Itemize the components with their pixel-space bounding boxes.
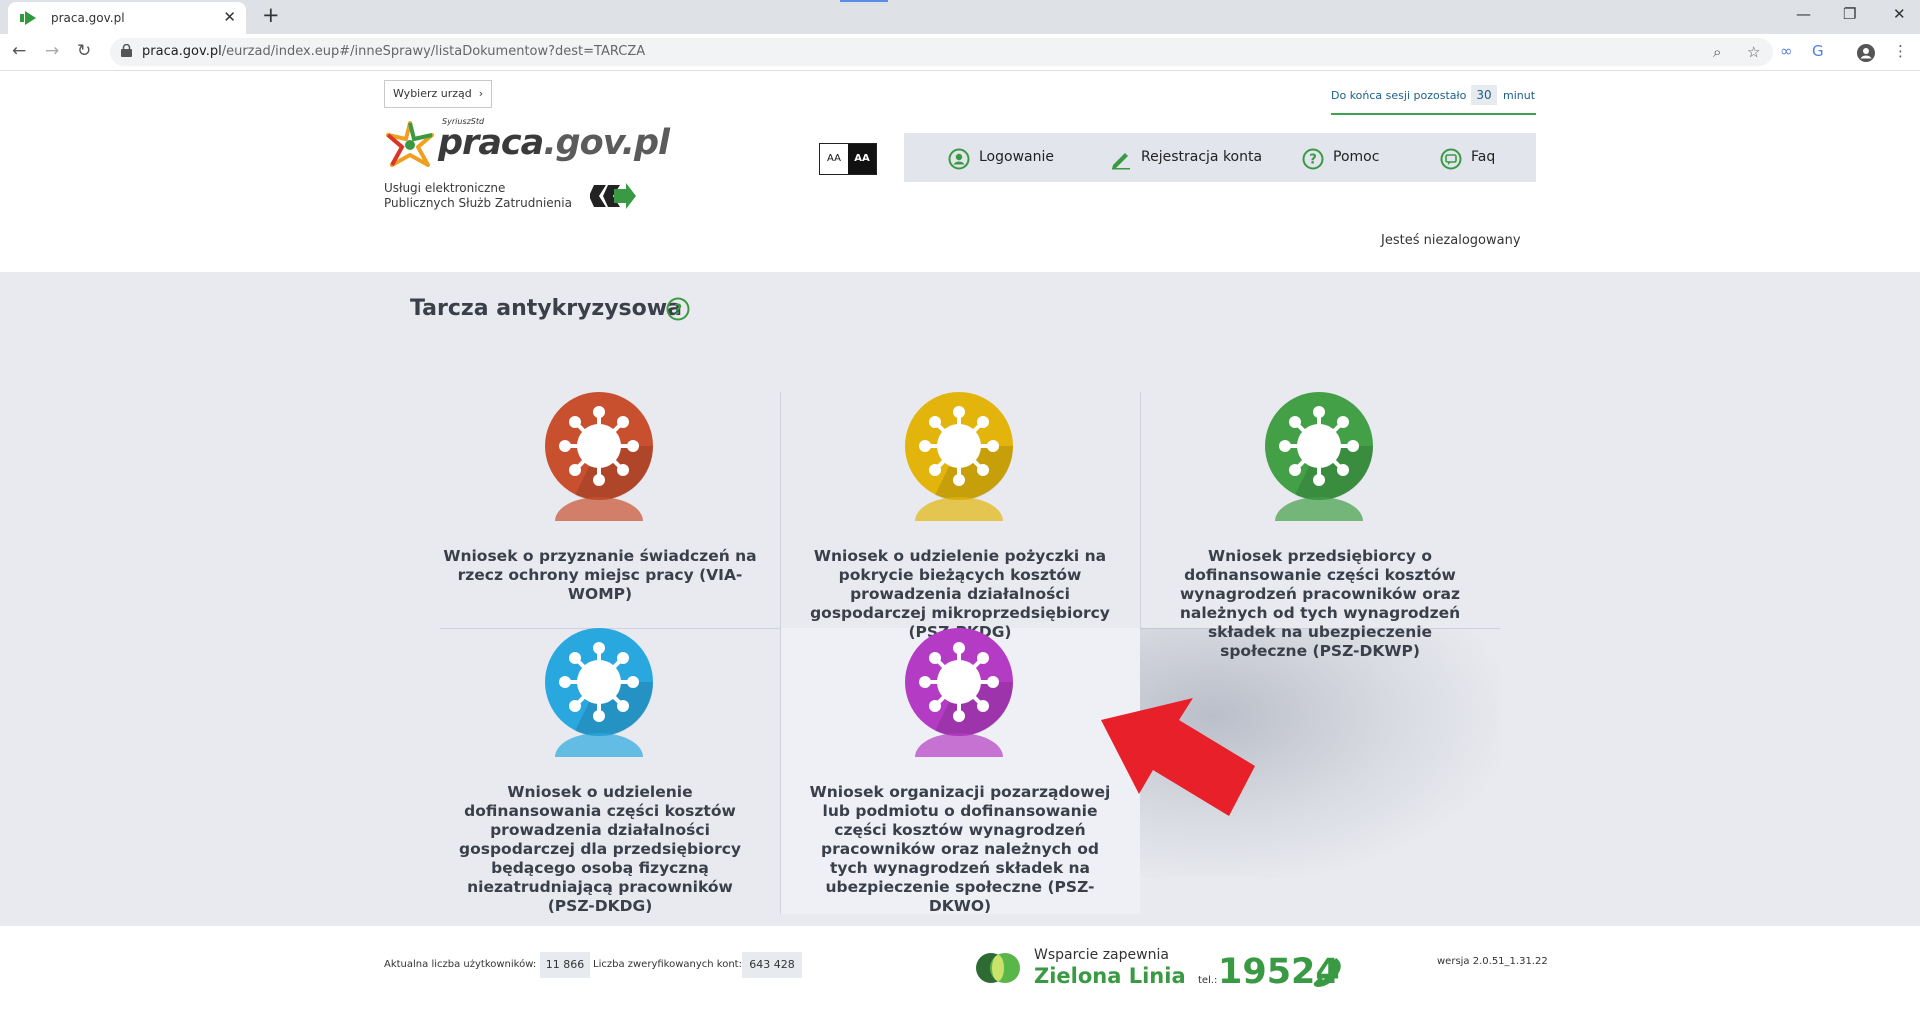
praca-gov-logo[interactable]: SyriuszStd praca.gov.pl <box>384 117 670 185</box>
pedestal-icon <box>915 733 1003 757</box>
close-window-icon[interactable]: ✕ <box>1893 5 1906 23</box>
browser-tab-bar: praca.gov.pl ✕ + — ❐ ✕ <box>0 0 1920 34</box>
support-provider: Zielona Linia <box>1034 964 1186 988</box>
users-label: Aktualna liczba użytkowników: <box>384 959 537 970</box>
logo-wordmark: praca.gov.pl <box>438 123 670 163</box>
extension-link-icon[interactable]: ∞ <box>1780 42 1793 60</box>
translate-icon[interactable]: G <box>1812 42 1824 60</box>
nav-login[interactable]: Logowanie <box>948 133 1058 182</box>
lock-icon <box>121 44 132 57</box>
nav-help[interactable]: ? Pomoc <box>1302 133 1392 182</box>
chat-icon <box>1440 148 1462 170</box>
pedestal-icon <box>555 733 643 757</box>
font-large-button[interactable]: AA <box>848 144 876 174</box>
new-tab-icon[interactable]: + <box>262 3 280 27</box>
tel-label: tel.: <box>1198 975 1218 986</box>
tab-title: praca.gov.pl <box>51 11 125 25</box>
verified-count: 643 428 <box>742 952 802 978</box>
support-label: Wsparcie zapewnia <box>1034 947 1169 963</box>
virus-icon <box>905 628 1013 736</box>
pedestal-icon <box>555 497 643 521</box>
zielona-linia-logo-icon[interactable] <box>976 950 1020 986</box>
select-office-button[interactable]: Wybierz urząd › <box>384 80 493 108</box>
browser-toolbar: ← → ↻ praca.gov.pl/eurzad/index.eup#/inn… <box>0 34 1920 71</box>
tile-label: Wniosek o udzielenie dofinansowania częś… <box>458 783 742 915</box>
svg-text:?: ? <box>1309 153 1317 168</box>
close-tab-icon[interactable]: ✕ <box>223 8 236 26</box>
pedestal-icon <box>915 497 1003 521</box>
forward-arrow-icon[interactable]: → <box>45 41 59 61</box>
tile-label: Wniosek przedsiębiorcy o dofinansowanie … <box>1179 547 1461 660</box>
logo-arrows-icon <box>590 183 636 209</box>
session-label: Do końca sesji pozostało <box>1331 89 1467 102</box>
user-icon <box>948 148 970 170</box>
address-bar[interactable]: praca.gov.pl/eurzad/index.eup#/inneSpraw… <box>110 38 1773 66</box>
praca-favicon-icon <box>20 11 36 25</box>
login-status: Jesteś niezalogowany <box>1381 233 1521 248</box>
virus-icon <box>905 392 1013 500</box>
restore-icon[interactable]: ❐ <box>1843 5 1856 23</box>
url-text: praca.gov.pl/eurzad/index.eup#/inneSpraw… <box>142 44 646 59</box>
bookmark-star-icon[interactable]: ☆ <box>1747 43 1760 61</box>
site-footer: Aktualna liczba użytkowników: 11 866 Lic… <box>0 926 1920 1034</box>
virus-icon <box>545 392 653 500</box>
pencil-icon <box>1112 153 1130 170</box>
tile-psz-dkdg[interactable]: Wniosek o udzielenie dofinansowania częś… <box>420 528 780 915</box>
session-minutes: 30 <box>1471 85 1497 105</box>
users-count: 11 866 <box>540 952 590 978</box>
virus-icon <box>1265 392 1373 500</box>
tile-psz-pkdg[interactable]: Wniosek o udzielenie pożyczki na pokryci… <box>780 292 1140 641</box>
session-underline <box>1331 113 1536 115</box>
main-content: Tarcza antykryzysowa ? Wniosek o przyzna… <box>0 272 1920 926</box>
logo-star-icon <box>386 121 434 167</box>
phone-icon <box>1313 958 1341 987</box>
browser-tab[interactable]: praca.gov.pl ✕ <box>8 2 246 34</box>
verified-label: Liczba zweryfikowanych kont: <box>593 959 742 970</box>
reload-icon[interactable]: ↻ <box>77 41 91 61</box>
virus-icon <box>545 628 653 736</box>
logo-subtitle: Usługi elektroniczne Publicznych Służb Z… <box>384 181 572 210</box>
site-header: Wybierz urząd › SyriuszStd praca.gov.pl … <box>0 71 1920 272</box>
nav-faq[interactable]: Faq <box>1440 133 1510 182</box>
tile-via-womp[interactable]: Wniosek o przyznanie świadczeń na rzecz … <box>420 292 780 603</box>
loading-indicator <box>840 0 888 2</box>
version-label: wersja 2.0.51_1.31.22 <box>1437 956 1548 967</box>
red-annotation-arrow-icon <box>1101 698 1255 816</box>
profile-icon[interactable] <box>1857 44 1875 62</box>
menu-dots-icon[interactable]: ⋮ <box>1893 42 1908 60</box>
session-unit: minut <box>1503 89 1536 102</box>
tile-psz-dkwp[interactable]: Wniosek przedsiębiorcy o dofinansowanie … <box>1140 292 1500 660</box>
font-size-switcher: AA AA <box>819 143 877 175</box>
tile-label: Wniosek organizacji pozarządowej lub pod… <box>809 783 1111 915</box>
zoom-icon[interactable]: ⌕ <box>1713 43 1721 61</box>
back-arrow-icon[interactable]: ← <box>12 41 26 61</box>
font-normal-button[interactable]: AA <box>820 144 848 174</box>
pedestal-icon <box>1275 497 1363 521</box>
top-navigation: Logowanie Rejestracja konta ? Pomoc Faq <box>904 133 1536 182</box>
tile-psz-dkwo[interactable]: Wniosek organizacji pozarządowej lub pod… <box>780 528 1140 915</box>
minimize-icon[interactable]: — <box>1796 5 1811 23</box>
nav-register[interactable]: Rejestracja konta <box>1110 133 1262 182</box>
question-icon: ? <box>1302 148 1324 170</box>
